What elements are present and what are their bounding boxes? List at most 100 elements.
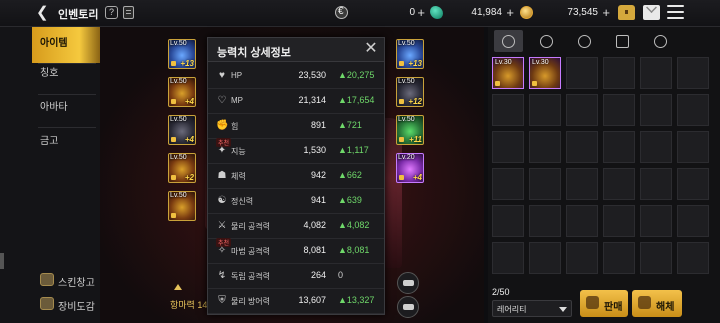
sort-dropdown[interactable]: 레어리티: [492, 300, 572, 317]
inventory-slot[interactable]: [529, 131, 561, 163]
stats-detail-popup: 능력치 상세정보 ✕ ♥ HP 23,530 ▲20,275 ♡ MP 21,314 ▲17,…: [207, 37, 385, 315]
top-bar: ❮ 인벤토리 ? 0 + 41,984 + 73,545 +: [0, 0, 720, 27]
item-enhance: +13: [408, 59, 422, 68]
inventory-slot[interactable]: [603, 94, 635, 126]
inventory-slot[interactable]: [603, 131, 635, 163]
heart-outline-icon: ♡: [217, 95, 227, 106]
equip-slot-bracelet[interactable]: Lv.50 +12: [396, 77, 424, 107]
inventory-slot[interactable]: [603, 242, 635, 274]
stat-label: 지능: [231, 147, 246, 156]
add-currency-button[interactable]: +: [602, 5, 610, 20]
inventory-slot[interactable]: [640, 205, 672, 237]
inventory-slot[interactable]: [492, 94, 524, 126]
inventory-slot[interactable]: [640, 242, 672, 274]
inventory-slot[interactable]: [677, 57, 709, 89]
inventory-slot[interactable]: [566, 168, 598, 200]
inventory-slot[interactable]: [492, 131, 524, 163]
inventory-slot[interactable]: [603, 168, 635, 200]
inventory-slot[interactable]: [640, 94, 672, 126]
craft-icon[interactable]: [397, 296, 419, 318]
inventory-slot[interactable]: [677, 168, 709, 200]
currency-euro: 0 +: [335, 5, 425, 21]
inventory-slot[interactable]: [566, 242, 598, 274]
inventory-slot[interactable]: [677, 94, 709, 126]
inventory-slot[interactable]: [640, 131, 672, 163]
inventory-slot[interactable]: [492, 168, 524, 200]
notice-icon[interactable]: [123, 6, 134, 19]
inventory-slot[interactable]: [492, 242, 524, 274]
inventory-slot[interactable]: [566, 94, 598, 126]
inventory-item[interactable]: Lv.30: [529, 57, 561, 89]
equip-slot-weapon[interactable]: Lv.50 +13: [168, 39, 196, 69]
stat-row: ☗ 체력 942 ▲662: [208, 164, 384, 189]
inventory-slot[interactable]: [529, 205, 561, 237]
nav-item-titles[interactable]: 칭호: [32, 57, 100, 93]
stat-label: 물리 방어력: [231, 297, 271, 306]
material-tab-icon: [578, 35, 591, 48]
tab-card[interactable]: [608, 30, 637, 52]
inventory-slot[interactable]: [529, 242, 561, 274]
inventory-slot[interactable]: [529, 94, 561, 126]
stat-label: 체력: [231, 172, 246, 181]
lock-icon: [399, 137, 404, 142]
equip-slot-shoes[interactable]: Lv.50: [168, 191, 196, 221]
nav-item-vault[interactable]: 금고: [32, 125, 100, 161]
currency-value: 73,545: [567, 7, 598, 18]
item-level: Lv.20: [398, 154, 415, 161]
edge-handle[interactable]: [0, 253, 4, 269]
page-title: 인벤토리: [58, 9, 99, 21]
sell-button[interactable]: 판매: [580, 290, 628, 317]
stat-value: 8,081: [303, 245, 326, 255]
stat-bonus: ▲4,082: [338, 220, 370, 230]
inventory-slot[interactable]: [566, 57, 598, 89]
add-currency-button[interactable]: +: [417, 5, 425, 20]
disassemble-button[interactable]: 해체: [632, 290, 682, 317]
lock-icon: [532, 81, 537, 86]
close-icon[interactable]: ✕: [363, 41, 379, 57]
menu-icon[interactable]: [667, 5, 684, 20]
inventory-slot[interactable]: [529, 168, 561, 200]
equip-slot-head[interactable]: Lv.50 +4: [168, 115, 196, 145]
stat-value: 264: [310, 270, 326, 280]
back-arrow-icon[interactable]: ❮: [36, 5, 52, 21]
tab-potion[interactable]: [532, 30, 561, 52]
mail-icon[interactable]: [643, 5, 660, 20]
item-level: Lv.50: [398, 78, 415, 85]
item-level: Lv.30: [495, 59, 512, 66]
stat-row: ☯ 정신력 941 ▲639: [208, 189, 384, 214]
nav-item-avatar[interactable]: 아바타: [32, 91, 100, 127]
treasure-chest-icon[interactable]: [618, 5, 635, 20]
inventory-slot[interactable]: [677, 205, 709, 237]
equip-slot-top[interactable]: Lv.50 +4: [168, 77, 196, 107]
anvil-icon[interactable]: [397, 272, 419, 294]
inventory-slot[interactable]: [603, 205, 635, 237]
inventory-slot[interactable]: [492, 205, 524, 237]
inventory-slot[interactable]: [566, 205, 598, 237]
inventory-slot[interactable]: [640, 57, 672, 89]
equip-slot-bottom[interactable]: Lv.50 +2: [168, 153, 196, 183]
inventory-slot[interactable]: [677, 242, 709, 274]
inventory-count: 2/50: [492, 287, 510, 297]
equip-slot-ring[interactable]: Lv.20 +4: [396, 153, 424, 183]
item-enhance: +12: [408, 97, 422, 106]
equip-slot-title[interactable]: Lv.50 +13: [396, 39, 424, 69]
inventory-slot[interactable]: [640, 168, 672, 200]
help-icon[interactable]: ?: [105, 6, 118, 19]
tab-material[interactable]: [570, 30, 599, 52]
inventory-slot[interactable]: [603, 57, 635, 89]
lock-icon: [171, 99, 176, 104]
stat-label: 힘: [231, 122, 239, 131]
green-gem-icon: [430, 6, 443, 19]
equip-slot-necklace[interactable]: Lv.50 +11: [396, 115, 424, 145]
tab-equipment[interactable]: [494, 30, 523, 52]
stat-bonus: ▲20,275: [338, 70, 375, 80]
expand-arrow-icon[interactable]: [174, 284, 182, 290]
inventory-slot[interactable]: [677, 131, 709, 163]
sort-value: 레어리티: [497, 305, 527, 314]
inventory-item[interactable]: Lv.30: [492, 57, 524, 89]
stat-row: ♡ MP 21,314 ▲17,654: [208, 89, 384, 114]
lock-icon: [171, 175, 176, 180]
tab-settings[interactable]: [646, 30, 675, 52]
add-currency-button[interactable]: +: [506, 5, 514, 20]
inventory-slot[interactable]: [566, 131, 598, 163]
